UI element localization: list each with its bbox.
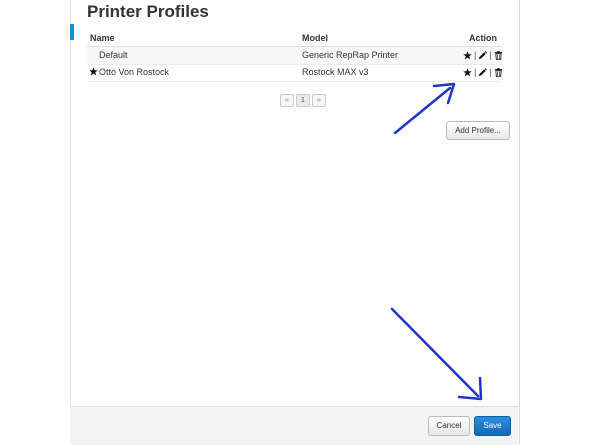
pagination-next-button[interactable]: »: [312, 94, 326, 107]
row-actions: | |: [463, 67, 503, 77]
table-header: Name Model Action: [87, 32, 502, 47]
pagination: « 1 »: [280, 94, 326, 107]
column-header-name: Name: [90, 33, 115, 43]
column-header-action: Action: [469, 33, 497, 43]
pagination-page-button[interactable]: 1: [296, 94, 310, 107]
table-row: Default Generic RepRap Printer | |: [87, 47, 502, 65]
profile-name: Otto Von Rostock: [99, 67, 170, 77]
trash-icon[interactable]: [494, 50, 503, 60]
star-icon[interactable]: [463, 67, 472, 77]
row-actions: | |: [463, 50, 503, 60]
add-profile-button[interactable]: Add Profile...: [446, 121, 510, 140]
table-row: Otto Von Rostock Rostock MAX v3 | |: [87, 64, 502, 82]
trash-icon[interactable]: [494, 67, 503, 77]
profile-model: Rostock MAX v3: [302, 67, 369, 77]
action-separator: |: [474, 50, 477, 60]
page-title: Printer Profiles: [87, 2, 209, 21]
star-icon[interactable]: [463, 50, 472, 60]
column-header-model: Model: [302, 33, 328, 43]
pencil-icon[interactable]: [478, 67, 488, 77]
cancel-button[interactable]: Cancel: [428, 416, 470, 436]
default-profile-star-icon: [89, 67, 98, 76]
pagination-prev-button[interactable]: «: [280, 94, 294, 107]
action-separator: |: [489, 50, 492, 60]
pencil-icon[interactable]: [478, 50, 488, 60]
action-separator: |: [489, 67, 492, 77]
profile-name: Default: [99, 50, 128, 60]
save-button[interactable]: Save: [474, 416, 511, 436]
accent-bar: [70, 24, 74, 40]
action-separator: |: [474, 67, 477, 77]
profile-model: Generic RepRap Printer: [302, 50, 399, 60]
